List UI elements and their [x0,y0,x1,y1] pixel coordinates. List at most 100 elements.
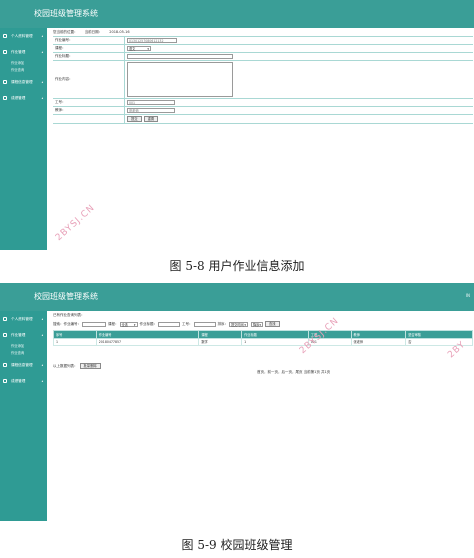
title-label: 作业标题： [55,54,73,58]
batch-delete-button[interactable]: 批量删除 [79,363,101,369]
sidebar-item[interactable]: 作业管理 ◂ [0,44,47,60]
title-search-input[interactable] [158,321,180,327]
app-title: 校园班级管理系统 [34,9,98,18]
course-select-value: 语文 [129,47,136,51]
sidebar-subitem[interactable]: 作业查询 [0,67,47,74]
sidebar-item[interactable]: 作业管理 ◂ [0,327,47,343]
watermark: 2BYSJ.CN [53,202,98,244]
sidebar-item-label: 个人资料管理 [11,316,33,321]
menu-icon [3,96,7,100]
form-row-number: 作业编号： 01301257080612132 [53,37,473,45]
table-cell: 数学 [198,337,243,347]
menu-icon [3,333,7,337]
table-row[interactable]: 1 20180477857 数学 1 001 张老师否 [53,337,473,347]
caret-icon: ◂ [41,50,43,54]
sidebar-item-label: 个人资料管理 [11,33,33,38]
menu-icon [3,363,7,367]
breadcrumb-location: 您当前的位置： [53,30,78,34]
course-search-select[interactable]: 全选 ▾ [119,321,138,327]
sidebar-subitem[interactable]: 作业添加 [0,343,47,350]
caret-icon: ◂ [41,80,43,84]
sidebar-item-label: 成绩管理 [11,95,26,100]
column-header: 序号 [53,330,97,339]
column-header: 作业标题 [241,330,309,339]
menu-icon [3,317,7,321]
column-header: 课程 [198,330,243,339]
main-content: 您当前的位置： 当前日期： 2018-05-16 作业编号： 013012570… [47,28,474,250]
sidebar: 个人资料管理 ◂ 作业管理 ◂ 作业添加 作业查询 课程信息管理 ◂ 成绩管理 ◂ [0,311,47,521]
search-button[interactable]: 查找 [265,321,280,327]
sidebar-subitem[interactable]: 作业查询 [0,350,47,357]
worker-label: 工号： [55,100,66,104]
sort-field-select[interactable]: 提交时间 ▾ [229,321,248,327]
content-textarea[interactable] [127,62,233,97]
form-row-worker: 工号： 001 [53,99,473,107]
form-row-actions: 提交 重置 [53,115,473,124]
sidebar-item-label: 作业管理 [11,49,26,54]
submit-button[interactable]: 提交 [127,116,142,122]
app-title: 校园班级管理系统 [34,292,98,301]
sidebar-item-label: 作业管理 [11,332,26,337]
menu-icon [3,379,7,383]
title-input[interactable] [127,54,233,59]
menu-icon [3,80,7,84]
chevron-down-icon: ▾ [147,47,149,51]
sidebar-item[interactable]: 课程信息管理 ◂ [0,357,47,373]
sidebar-item-label: 课程信息管理 [11,362,33,367]
column-header: 教师 [350,330,407,339]
number-input[interactable]: 01301257080612132 [127,38,177,43]
caret-icon: ◂ [41,333,43,337]
table-body: 1 20180477857 数学 1 001 张老师否 [53,337,473,347]
reset-button[interactable]: 重置 [143,116,159,122]
number-search-label: 作业编号： [63,321,82,326]
sort-field-value: 提交时间 [231,322,244,327]
sidebar-item[interactable]: 个人资料管理 ◂ [0,311,47,327]
course-search-label: 课程： [108,321,119,326]
sidebar-item[interactable]: 成绩管理 ◂ [0,373,47,389]
worker-input[interactable]: 001 [127,100,175,105]
top-bar: 校园班级管理系统 IN [0,283,474,311]
homework-add-form: 作业编号： 01301257080612132 课程： 语文 ▾ 作业标题： 作业… [53,36,473,124]
sidebar-subitem[interactable]: 作业添加 [0,60,47,67]
teacher-label: 教师： [55,108,66,112]
sidebar: 个人资料管理 ◂ 作业管理 ◂ 作业添加 作业查询 课程信息管理 ◂ 成绩管理 ◂ [0,28,47,250]
breadcrumb: 已有作业查询列表： [53,313,85,317]
form-row-teacher: 教师： 张老师 [53,107,473,115]
number-search-input[interactable] [82,321,106,327]
search-bar: 搜索： 作业编号： 课程： 全选 ▾ 作业标题： 工号： 排序： 提交时间 ▾ 降序… [53,321,282,327]
sort-label: 排序： [217,321,229,326]
caret-icon: ◂ [41,363,43,367]
content-label: 作业内容： [55,77,73,81]
chevron-down-icon: ▾ [244,322,246,327]
table-cell: 20180477857 [95,337,200,347]
screenshot-homework-add: 校园班级管理系统 个人资料管理 ◂ 作业管理 ◂ 作业添加 作业查询 课程信息管理 ◂ 成绩管理… [0,0,474,250]
worker-search-label: 工号： [182,321,193,326]
table-cell: 张老师 [350,337,407,347]
form-row-content: 作业内容： [53,60,473,99]
caret-icon: ◂ [41,379,43,383]
pagination[interactable]: 首页，前一页，后一页，尾页 当前第1页 共1页 [257,370,330,375]
sort-order-select[interactable]: 降序 ▾ [251,321,263,327]
form-row-course: 课程： 语文 ▾ [53,45,473,53]
table-cell: 1 [53,337,97,347]
worker-search-input[interactable] [193,321,216,327]
figure-caption-5-9: 图 5-9 校园班级管理 [181,538,293,552]
sidebar-item[interactable]: 成绩管理 ◂ [0,90,47,106]
sidebar-item[interactable]: 课程信息管理 ◂ [0,74,47,90]
sidebar-item[interactable]: 个人资料管理 ◂ [0,28,47,44]
teacher-input[interactable]: 张老师 [127,108,175,113]
course-label: 课程： [55,46,66,50]
table-header-row: 序号 作业编号 课程 作业标题 工号 教师 是否审核 [53,330,473,339]
table-cell: 1 [241,337,309,347]
footer-label: 以上数据列表： [53,363,78,368]
column-header: 作业编号 [95,330,200,339]
homework-table: 序号 作业编号 课程 作业标题 工号 教师 是否审核 1 20180477857 数学 1 001 张… [53,330,473,347]
figure-caption-5-8: 图 5-8 用户作业信息添加 [169,259,305,273]
caret-icon: ◂ [41,317,43,321]
topbar-right-text: IN [465,293,470,298]
screenshot-homework-query: 校园班级管理系统 IN 个人资料管理 ◂ 作业管理 ◂ 作业添加 作业查询 课程信息管理 ◂ 成… [0,283,474,521]
menu-icon [3,34,7,38]
course-select[interactable]: 语文 ▾ [127,46,151,51]
caret-icon: ◂ [41,96,43,100]
sidebar-item-label: 课程信息管理 [11,79,33,84]
